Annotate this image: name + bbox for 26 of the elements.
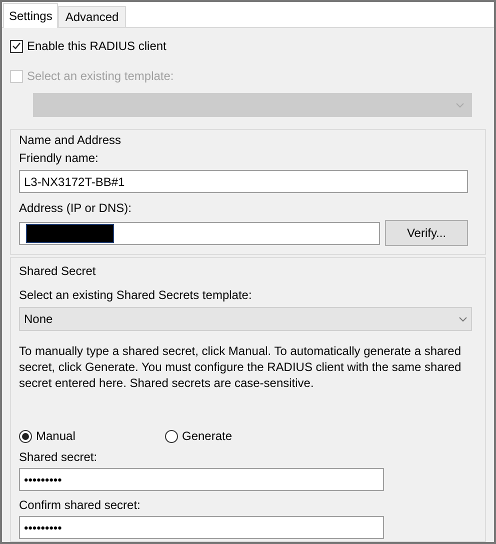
address-field[interactable] — [19, 222, 380, 244]
tab[interactable]: Settings — [3, 3, 58, 28]
field-label: Select an existing Shared Secrets template: — [19, 287, 253, 304]
description-text: To manually type a shared secret, click Manual. To automatically generate a shared secret, click Generate. You must configure the RADIUS client with the same shared secret entered here. Shared secrets are case-sensitive. — [19, 343, 462, 391]
tab[interactable]: Advanced — [58, 6, 126, 27]
radio-button[interactable] — [165, 430, 178, 442]
chevron-down-icon — [459, 316, 467, 322]
group-title: Shared Secret — [19, 263, 97, 280]
shared-secrets-template-dropdown[interactable]: None — [19, 307, 472, 331]
checkbox[interactable] — [10, 40, 23, 52]
shared-secret-field[interactable]: ••••••••• — [19, 468, 384, 491]
radio-label: Generate — [182, 428, 232, 445]
field-label: Shared secret: — [19, 449, 98, 466]
verify-button[interactable]: Verify... — [385, 220, 468, 246]
confirm-secret-field[interactable]: ••••••••• — [19, 516, 384, 539]
field-label: Address (IP or DNS): — [19, 200, 132, 217]
friendly-name-field[interactable]: L3-NX3172T-BB#1 — [19, 170, 468, 193]
checkbox-label: Select an existing template: — [27, 68, 174, 85]
radio-label: Manual — [36, 428, 76, 445]
group-title: Name and Address — [19, 132, 122, 147]
field-label: Friendly name: — [19, 150, 100, 167]
chevron-down-icon — [456, 102, 464, 108]
checkbox-label: Enable this RADIUS client — [27, 38, 166, 55]
dropdown-value: None — [24, 311, 53, 328]
field-label: Confirm shared secret: — [19, 497, 142, 514]
radio-button[interactable] — [19, 430, 32, 442]
